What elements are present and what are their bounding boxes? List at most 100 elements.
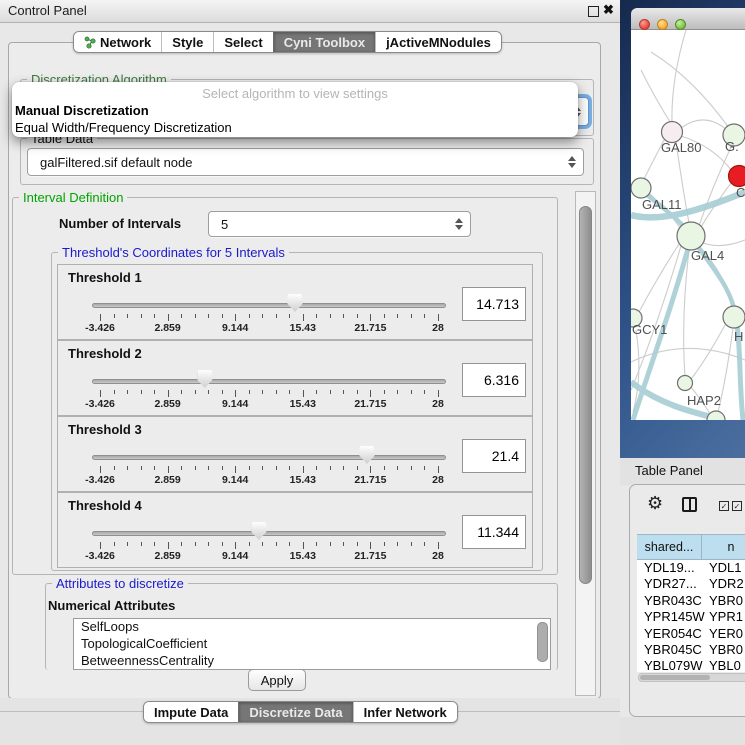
threshold-value-field[interactable]: 6.316: [462, 363, 526, 397]
slider-handle[interactable]: [251, 522, 266, 540]
threshold-value-field[interactable]: 21.4: [462, 439, 526, 473]
tab-select[interactable]: Select: [213, 32, 272, 52]
slider-tick: [276, 542, 277, 546]
network-view[interactable]: GAL80 G. C GAL11 GAL4 GCY1 H HAP2: [631, 30, 745, 420]
attribute-list-item[interactable]: BetweennessCentrality: [74, 653, 550, 670]
slider-tick: [357, 542, 358, 546]
combo-arrows-icon: [455, 218, 463, 230]
threshold-panel: Threshold 1 -3.4262.8599.14415.4321.7152…: [57, 264, 533, 340]
table-row[interactable]: YPR145W YPR1: [637, 609, 745, 625]
table-row[interactable]: YDL19... YDL1: [637, 560, 745, 576]
close-traffic-light-icon[interactable]: [639, 19, 650, 30]
apply-button[interactable]: Apply: [248, 669, 306, 691]
cell-shared-name: YDR27...: [637, 576, 702, 592]
slider-tick: [424, 542, 425, 546]
tab-discretize-data[interactable]: Discretize Data: [238, 702, 352, 722]
slider-tick: [127, 466, 128, 470]
slider-tick: [100, 542, 101, 549]
table-hscrollbar[interactable]: [638, 673, 745, 682]
slider-tick: [343, 466, 344, 470]
slider-tick: [438, 542, 439, 549]
node-h[interactable]: [723, 306, 745, 328]
gear-icon[interactable]: ⚙: [647, 494, 663, 512]
label-gal4: GAL4: [691, 248, 724, 263]
table-row[interactable]: YER054C YER0: [637, 626, 745, 642]
threshold-panel: Threshold 3 -3.4262.8599.14415.4321.7152…: [57, 416, 533, 492]
threshold-value-field[interactable]: 14.713: [462, 287, 526, 321]
threshold-value-field[interactable]: 11.344: [462, 515, 526, 549]
tab-impute-data[interactable]: Impute Data: [144, 702, 238, 722]
node-hap2[interactable]: [678, 376, 693, 391]
tab-network[interactable]: Network: [74, 32, 161, 52]
network-icon: [84, 36, 96, 49]
node-red-selected[interactable]: [729, 166, 745, 187]
bottom-tab-bar: Impute Data Discretize Data Infer Networ…: [143, 701, 458, 723]
slider-tick: [235, 466, 236, 473]
table-panel-title: Table Panel: [635, 463, 703, 478]
slider-tick: [181, 466, 182, 470]
numerical-attributes-list[interactable]: SelfLoopsTopologicalCoefficientBetweenne…: [73, 618, 551, 670]
slider-tick: [330, 390, 331, 394]
tab-cyni-toolbox[interactable]: Cyni Toolbox: [273, 32, 375, 52]
split-columns-icon[interactable]: [682, 497, 697, 512]
slider-tick: [235, 390, 236, 397]
settings-scrollbar[interactable]: [575, 191, 596, 696]
slider-tick-label: 9.144: [222, 322, 248, 334]
list-scrollbar[interactable]: [537, 622, 548, 662]
network-window-titlebar[interactable]: [631, 8, 745, 30]
slider-tick: [357, 466, 358, 470]
table-row[interactable]: YBL079W YBL0: [637, 658, 745, 672]
checkbox-icon[interactable]: ✓: [732, 501, 742, 511]
column-header-name[interactable]: n: [702, 535, 745, 559]
slider-tick-label: 28: [432, 474, 444, 486]
node-gal4[interactable]: [677, 222, 705, 250]
tab-label: Discretize Data: [249, 705, 342, 720]
slider-handle[interactable]: [197, 370, 212, 388]
tab-infer-network[interactable]: Infer Network: [353, 702, 457, 722]
algorithm-option-equal-width[interactable]: Equal Width/Frequency Discretization: [15, 119, 575, 136]
slider-tick: [100, 466, 101, 473]
table-row[interactable]: YDR27... YDR2: [637, 576, 745, 592]
slider-tick: [114, 314, 115, 318]
table-data-combobox[interactable]: galFiltered.sif default node: [27, 148, 584, 176]
slider-tick: [343, 390, 344, 394]
tab-style[interactable]: Style: [161, 32, 213, 52]
node-bottom[interactable]: [707, 411, 725, 420]
slider-tick: [222, 314, 223, 318]
attribute-list-item[interactable]: TopologicalCoefficient: [74, 636, 550, 653]
slider-tick: [343, 542, 344, 546]
tab-jactivemnodules[interactable]: jActiveMNodules: [375, 32, 501, 52]
zoom-traffic-light-icon[interactable]: [675, 19, 686, 30]
slider-tick: [168, 314, 169, 321]
slider-tick: [316, 466, 317, 470]
checkbox-icon[interactable]: ✓: [719, 501, 729, 511]
float-window-icon[interactable]: [588, 6, 599, 17]
cell-name: YBL0: [702, 658, 745, 672]
slider-tick: [424, 466, 425, 470]
table-row[interactable]: YBR043C YBR0: [637, 593, 745, 609]
node-gal11[interactable]: [631, 178, 651, 198]
slider-tick: [208, 314, 209, 318]
cell-shared-name: YER054C: [637, 626, 702, 642]
slider-handle[interactable]: [360, 446, 375, 464]
algorithm-hint: Select algorithm to view settings: [12, 86, 578, 101]
minimize-traffic-light-icon[interactable]: [657, 19, 668, 30]
slider-tick-label: 2.859: [154, 398, 180, 410]
slider-tick: [384, 466, 385, 470]
slider-tick: [316, 390, 317, 394]
cell-name: YBR0: [702, 642, 745, 658]
slider-handle[interactable]: [288, 294, 303, 312]
column-header-shared-name[interactable]: shared...: [637, 535, 702, 559]
attribute-list-item[interactable]: SelfLoops: [74, 619, 550, 636]
slider-tick-label: 21.715: [354, 398, 386, 410]
algorithm-option-manual[interactable]: Manual Discretization: [15, 102, 575, 119]
close-icon[interactable]: ✖: [603, 2, 614, 18]
top-tab-bar: Network Style Select Cyni Toolbox: [73, 31, 502, 53]
slider-tick-label: 2.859: [154, 550, 180, 562]
slider-tick: [235, 542, 236, 549]
scrollbar-thumb[interactable]: [579, 206, 592, 584]
tab-label: Network: [100, 35, 151, 50]
hscrollbar-thumb[interactable]: [640, 675, 710, 680]
table-row[interactable]: YBR045C YBR0: [637, 642, 745, 658]
number-of-intervals-combobox[interactable]: 5: [208, 211, 471, 237]
